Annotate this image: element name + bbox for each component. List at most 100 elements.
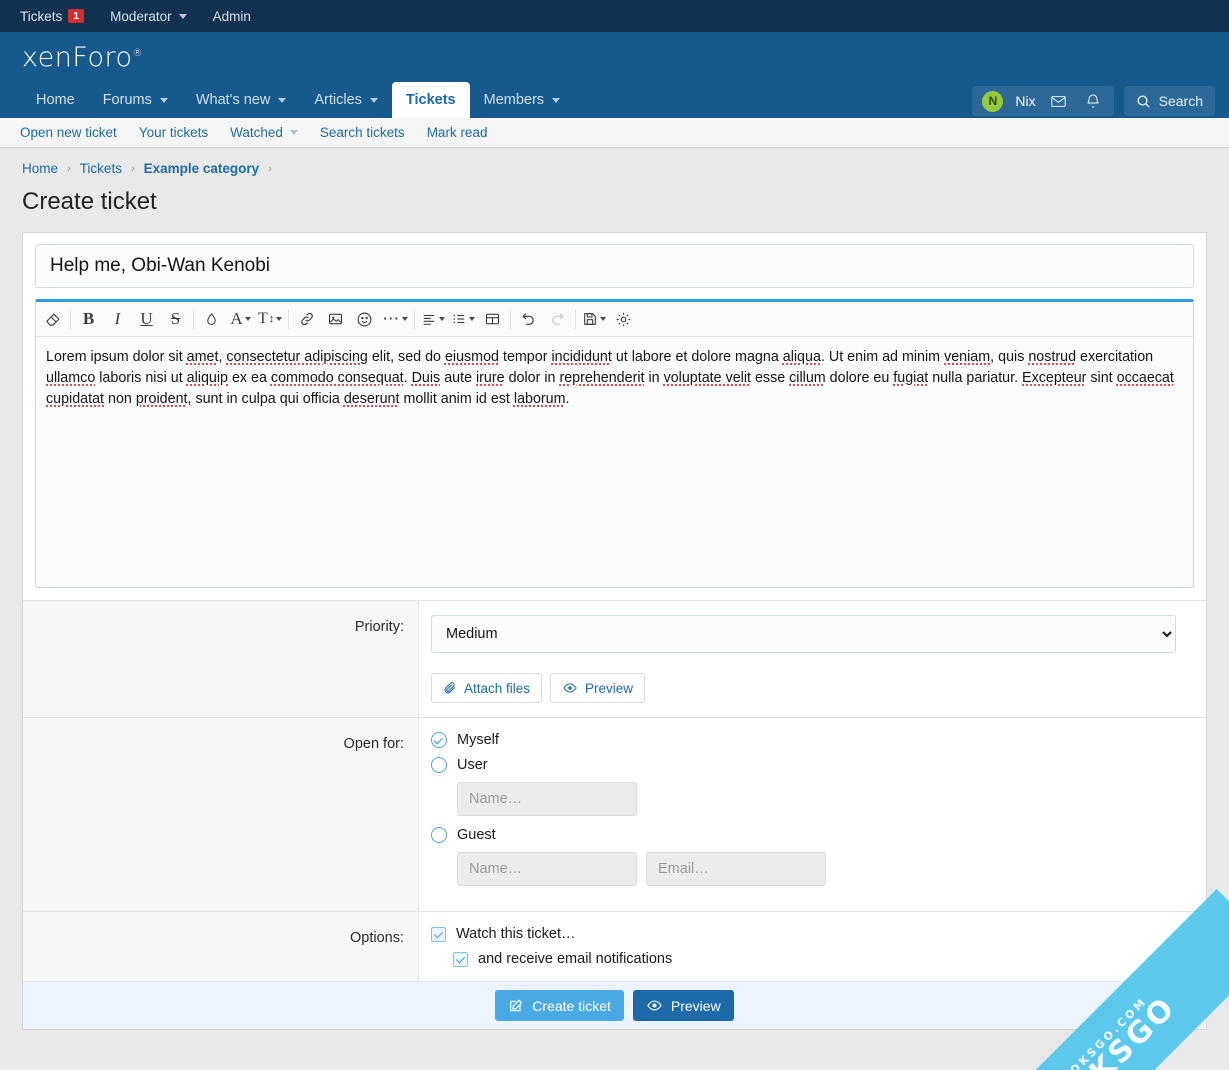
ticket-title-input[interactable]	[35, 244, 1194, 288]
text-run: irure	[476, 370, 505, 386]
text-run: mollit anim id est	[399, 391, 514, 407]
section-navigation: Open new ticket Your tickets Watched Sea…	[0, 118, 1229, 148]
nav-tab-members[interactable]: Members	[470, 82, 574, 118]
nav-tab-home[interactable]: Home	[22, 82, 89, 118]
envelope-icon[interactable]	[1048, 90, 1070, 112]
preview-label: Preview	[585, 680, 634, 696]
main-navigation: Home Forums What's new Articles Tickets …	[0, 82, 1229, 118]
checkbox-email-notifications[interactable]: and receive email notifications	[453, 951, 1176, 967]
nav-tab-whats-new[interactable]: What's new	[182, 82, 301, 118]
text-run: elit, sed do	[367, 349, 445, 365]
subnav-label: Watched	[230, 125, 283, 140]
subnav-item-search-tickets[interactable]: Search tickets	[320, 125, 405, 140]
bell-icon[interactable]	[1082, 90, 1104, 112]
text-run: dolore eu	[825, 370, 894, 386]
open-for-label: Open for:	[23, 718, 419, 911]
list-icon[interactable]	[448, 305, 478, 334]
table-icon[interactable]	[478, 305, 507, 334]
italic-icon[interactable]: I	[103, 305, 132, 334]
text-run: laborum	[513, 391, 566, 407]
radio-label: User	[457, 757, 488, 773]
bold-icon[interactable]: B	[74, 305, 103, 334]
checkbox-label: Watch this ticket…	[456, 926, 576, 942]
radio-option-user[interactable]: User	[431, 757, 1176, 773]
user-menu[interactable]: N Nix	[972, 86, 1114, 116]
text-run: ullamco	[46, 370, 96, 386]
priority-value-cell: Medium Attach files Preview	[419, 601, 1206, 717]
toolbar-separator	[575, 309, 577, 329]
editor-paragraph: Lorem ipsum dolor sit amet, consectetur …	[46, 347, 1183, 410]
gear-icon[interactable]	[609, 305, 638, 334]
text-run: .	[565, 391, 570, 407]
guest-name-input[interactable]	[457, 852, 637, 886]
chevron-down-icon	[278, 97, 287, 103]
chevron-down-icon	[159, 97, 168, 103]
nav-tab-articles[interactable]: Articles	[300, 82, 392, 118]
breadcrumb-item-tickets[interactable]: Tickets	[80, 161, 122, 176]
text-run: non	[104, 391, 136, 407]
search-icon	[1137, 95, 1150, 108]
text-run: eiusmod	[444, 349, 499, 365]
nav-tab-label: Forums	[102, 92, 152, 108]
remove-format-icon[interactable]	[38, 305, 67, 334]
user-name-input[interactable]	[457, 782, 637, 816]
text-run: Duis	[411, 370, 441, 386]
text-run: Lorem ipsum dolor sit	[46, 349, 187, 365]
toolbar-separator	[288, 309, 290, 329]
staffbar-item-moderator[interactable]: Moderator	[110, 9, 187, 24]
breadcrumb-item-example-category[interactable]: Example category	[144, 161, 260, 176]
editor-content[interactable]: Lorem ipsum dolor sit amet, consectetur …	[36, 337, 1193, 587]
subnav-item-open-new-ticket[interactable]: Open new ticket	[20, 125, 117, 140]
undo-icon[interactable]	[514, 305, 543, 334]
staffbar-item-admin[interactable]: Admin	[213, 9, 251, 24]
breadcrumb-item-home[interactable]: Home	[22, 161, 58, 176]
options-row: Options: Watch this ticket… and receive …	[23, 911, 1206, 981]
text-run: Excepteur	[1022, 370, 1087, 386]
breadcrumb-separator-icon: ›	[67, 162, 71, 175]
chevron-down-icon	[369, 97, 378, 103]
attach-files-button[interactable]: Attach files	[431, 673, 543, 703]
text-color-icon[interactable]	[197, 305, 226, 334]
site-logo[interactable]: xenForo®	[22, 42, 143, 73]
subnav-item-watched[interactable]: Watched	[230, 125, 298, 140]
priority-label: Priority:	[23, 601, 419, 717]
guest-email-input[interactable]	[646, 852, 826, 886]
search-button[interactable]: Search	[1123, 86, 1215, 116]
image-icon[interactable]	[321, 305, 350, 334]
breadcrumb-separator-icon: ›	[130, 162, 135, 175]
text-run: sint	[1086, 370, 1117, 386]
draft-icon[interactable]	[579, 305, 609, 334]
subnav-item-mark-read[interactable]: Mark read	[427, 125, 488, 140]
toolbar-separator	[414, 309, 416, 329]
form-footer: Create ticket Preview	[23, 981, 1206, 1029]
chevron-down-icon	[469, 317, 476, 321]
radio-option-guest[interactable]: Guest	[431, 827, 1176, 843]
guest-fields-wrapper	[457, 852, 1176, 886]
preview-button-inline[interactable]: Preview	[550, 673, 646, 703]
breadcrumb-separator-icon: ›	[268, 162, 272, 175]
nav-tab-label: Articles	[314, 92, 362, 108]
emoji-icon[interactable]	[350, 305, 379, 334]
link-icon[interactable]	[292, 305, 321, 334]
more-options-icon[interactable]: ⋯	[379, 305, 411, 334]
nav-tab-tickets[interactable]: Tickets	[391, 82, 470, 118]
checkbox-watch-ticket[interactable]: Watch this ticket…	[431, 926, 1176, 942]
priority-select[interactable]: Medium	[431, 615, 1176, 653]
create-ticket-button[interactable]: Create ticket	[495, 990, 624, 1021]
font-family-icon[interactable]: A	[226, 305, 255, 334]
nav-tab-forums[interactable]: Forums	[89, 82, 182, 118]
align-icon[interactable]	[418, 305, 448, 334]
title-field-row	[23, 233, 1206, 299]
text-run: aliquip	[186, 370, 228, 386]
preview-button[interactable]: Preview	[632, 990, 734, 1021]
chevron-down-icon	[276, 317, 283, 321]
staffbar-item-tickets[interactable]: Tickets 1	[20, 9, 85, 24]
underline-icon[interactable]: U	[132, 305, 161, 334]
radio-option-myself[interactable]: Myself	[431, 732, 1176, 748]
font-size-icon[interactable]: T ↕	[255, 305, 285, 334]
text-run: proident	[135, 391, 188, 407]
preview-label: Preview	[670, 997, 721, 1014]
strikethrough-icon[interactable]: S	[161, 305, 190, 334]
page-root: Tickets 1 Moderator Admin xenForo® Home …	[0, 0, 1229, 1070]
subnav-item-your-tickets[interactable]: Your tickets	[139, 125, 208, 140]
